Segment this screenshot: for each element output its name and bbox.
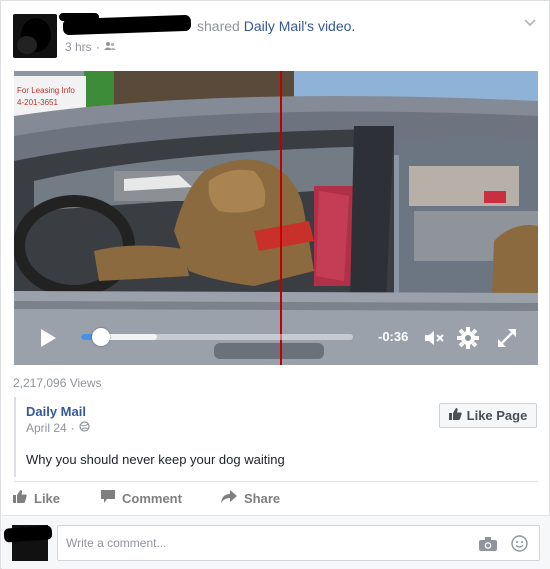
- shared-video-link[interactable]: Daily Mail's video.: [244, 18, 356, 34]
- video-scrubber-handle[interactable]: [92, 328, 111, 346]
- author-avatar[interactable]: [13, 14, 57, 58]
- post-timestamp[interactable]: 3 hrs: [65, 40, 92, 54]
- comment-composer: Write a comment...: [2, 515, 550, 569]
- like-button[interactable]: Like: [13, 490, 60, 506]
- shared-post-date[interactable]: April 24: [26, 421, 67, 435]
- view-count: 2,217,096 Views: [13, 376, 102, 390]
- like-page-button[interactable]: Like Page: [439, 403, 537, 428]
- post-caption: Why you should never keep your dog waiti…: [26, 452, 285, 467]
- globe-icon[interactable]: [79, 421, 90, 435]
- mute-icon[interactable]: [423, 327, 445, 349]
- video-player[interactable]: For Leasing Info 4-201-3651 -0:36: [14, 71, 538, 365]
- comment-button[interactable]: Comment: [101, 490, 182, 506]
- settings-gear-icon[interactable]: [457, 327, 479, 349]
- chevron-down-icon[interactable]: [523, 17, 539, 31]
- friends-icon[interactable]: [103, 40, 116, 54]
- comment-bubble-icon: [101, 490, 115, 506]
- share-label: Share: [244, 490, 281, 506]
- camera-icon[interactable]: [479, 537, 497, 551]
- share-arrow-icon: [221, 490, 237, 506]
- shared-post-meta: April 24 ·: [26, 421, 90, 435]
- fullscreen-icon[interactable]: [496, 327, 518, 349]
- meta-separator: ·: [70, 421, 75, 435]
- emoji-icon[interactable]: [511, 535, 528, 552]
- author-name-redaction: [62, 14, 192, 36]
- video-progress-bar[interactable]: [81, 328, 353, 346]
- post-card: shared Daily Mail's video. 3 hrs · For L…: [0, 0, 550, 569]
- comment-placeholder: Write a comment...: [66, 536, 167, 550]
- like-page-label: Like Page: [466, 408, 528, 423]
- shared-page-name[interactable]: Daily Mail: [26, 404, 86, 419]
- play-icon[interactable]: [38, 328, 58, 348]
- comment-input[interactable]: Write a comment...: [57, 525, 540, 561]
- video-controls: -0:36: [14, 71, 538, 365]
- post-headline: shared Daily Mail's video.: [197, 18, 355, 34]
- comment-label: Comment: [122, 490, 182, 506]
- like-label: Like: [34, 490, 61, 506]
- thumbs-up-icon: [448, 408, 462, 423]
- actions-divider: [14, 481, 538, 482]
- thumbs-up-icon: [13, 490, 27, 506]
- post-meta: 3 hrs ·: [65, 40, 116, 54]
- video-time-remaining: -0:36: [378, 329, 409, 344]
- share-button[interactable]: Share: [221, 490, 280, 506]
- headline-text: shared: [197, 18, 240, 34]
- meta-separator: ·: [95, 40, 100, 54]
